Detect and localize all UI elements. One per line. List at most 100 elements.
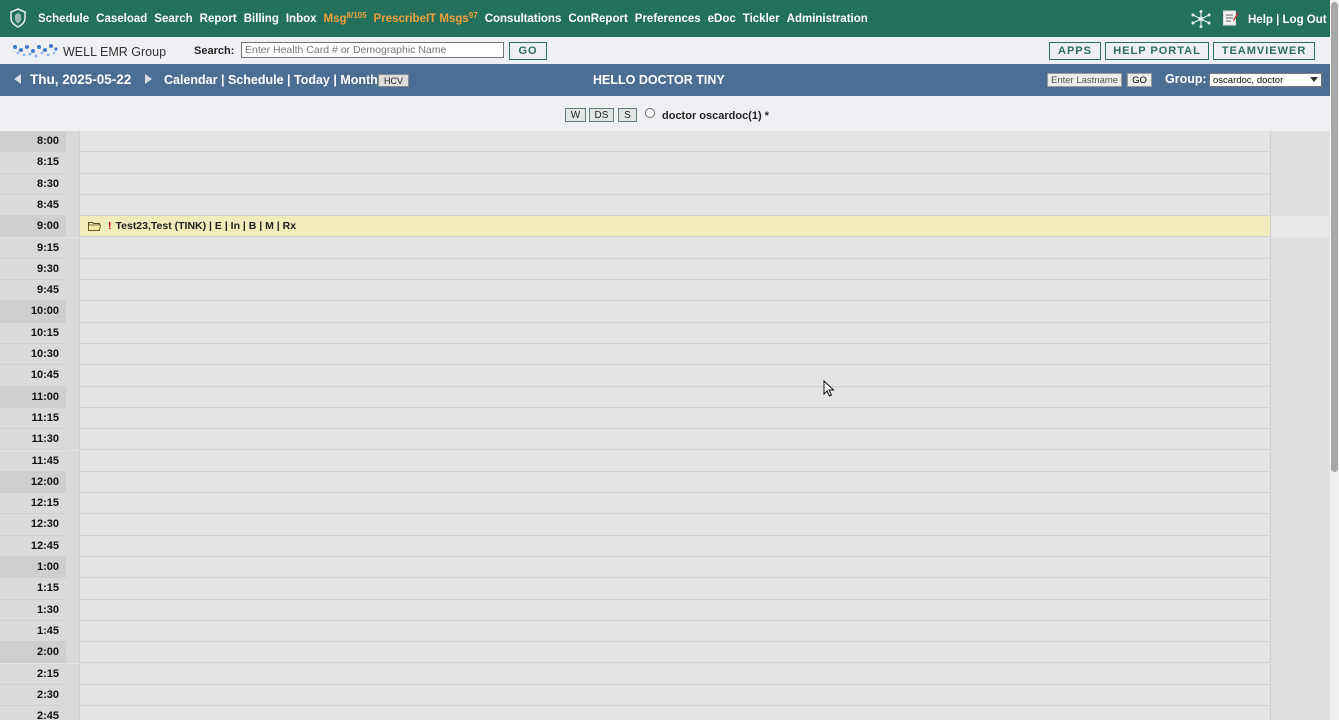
appointment-cell[interactable]	[79, 450, 1271, 472]
view-link-month[interactable]: Month	[340, 73, 377, 87]
appointment-cell[interactable]	[79, 535, 1271, 557]
search-input[interactable]	[241, 42, 504, 58]
time-label[interactable]: 10:45	[0, 365, 66, 387]
notes-icon[interactable]	[1222, 9, 1239, 27]
lastname-go-button[interactable]: GO	[1127, 73, 1152, 87]
appointment-cell[interactable]	[79, 706, 1271, 720]
time-label[interactable]: 11:15	[0, 407, 66, 430]
nav-item-schedule[interactable]: Schedule	[38, 13, 89, 25]
appointment-cell[interactable]	[79, 684, 1271, 707]
time-label[interactable]: 2:00	[0, 642, 66, 664]
next-day-icon[interactable]	[145, 74, 152, 84]
time-label[interactable]: 11:30	[0, 429, 66, 451]
folder-icon[interactable]	[88, 221, 101, 232]
nav-item-msg[interactable]: Msg8/105	[324, 11, 367, 25]
appointment-cell[interactable]	[79, 620, 1271, 643]
appointment-cell[interactable]	[79, 642, 1271, 664]
appointment-cell[interactable]	[79, 471, 1271, 494]
apps-button[interactable]: APPS	[1049, 42, 1101, 60]
time-label[interactable]: 8:30	[0, 173, 66, 195]
time-label[interactable]: 10:15	[0, 322, 66, 344]
appointment-cell[interactable]	[79, 152, 1271, 174]
time-label[interactable]: 12:30	[0, 514, 66, 536]
time-label[interactable]: 8:15	[0, 152, 66, 174]
lastname-input[interactable]	[1047, 73, 1122, 87]
nav-item-administration[interactable]: Administration	[787, 13, 868, 25]
time-label[interactable]: 12:45	[0, 535, 66, 557]
time-label[interactable]: 11:00	[0, 386, 66, 408]
time-label[interactable]: 10:30	[0, 344, 66, 366]
network-icon[interactable]	[1191, 10, 1211, 28]
time-label[interactable]: 8:00	[0, 131, 66, 153]
nav-item-conreport[interactable]: ConReport	[568, 13, 627, 25]
hcv-button[interactable]: HCV	[378, 74, 409, 87]
appointment-cell[interactable]	[79, 493, 1271, 515]
appointment-cell[interactable]	[79, 365, 1271, 387]
appointment-cell[interactable]	[79, 578, 1271, 600]
time-label[interactable]: 2:45	[0, 706, 66, 720]
appointment-cell[interactable]	[79, 173, 1271, 195]
time-label[interactable]: 9:00	[0, 216, 66, 238]
appointment-cell[interactable]	[79, 407, 1271, 430]
view-link-today[interactable]: Today	[294, 73, 330, 87]
nav-item-prescribeit-msgs[interactable]: PrescribeIT Msgs97	[374, 11, 478, 25]
appointment-block[interactable]: ! Test23,Test (TINK) | E | In | B | M | R…	[79, 216, 1271, 238]
appointment-cell[interactable]	[79, 322, 1271, 344]
appointment-cell[interactable]	[79, 663, 1271, 685]
provider-name[interactable]: doctor oscardoc(1) *	[662, 110, 769, 122]
group-select[interactable]: oscardoc, doctor	[1209, 73, 1322, 87]
appointment-cell[interactable]	[79, 514, 1271, 536]
appointment-text[interactable]: Test23,Test (TINK) | E | In | B | M | Rx	[116, 220, 297, 232]
time-label[interactable]: 2:30	[0, 684, 66, 707]
time-label[interactable]: 9:15	[0, 237, 66, 259]
nav-item-caseload[interactable]: Caseload	[96, 13, 147, 25]
scrollbar[interactable]	[1330, 0, 1339, 720]
appointment-cell[interactable]	[79, 237, 1271, 259]
nav-item-tickler[interactable]: Tickler	[743, 13, 780, 25]
nav-item-search[interactable]: Search	[154, 13, 192, 25]
nav-item-billing[interactable]: Billing	[244, 13, 279, 25]
nav-item-preferences[interactable]: Preferences	[635, 13, 701, 25]
time-label[interactable]: 12:00	[0, 471, 66, 494]
appointment-cell[interactable]	[79, 280, 1271, 302]
time-label[interactable]: 1:30	[0, 599, 66, 621]
view-link-schedule[interactable]: Schedule	[228, 73, 284, 87]
search-button[interactable]: S	[618, 108, 637, 122]
nav-item-edoc[interactable]: eDoc	[708, 13, 736, 25]
appointment-cell[interactable]	[79, 258, 1271, 281]
time-label[interactable]: 8:45	[0, 194, 66, 217]
day-sheet-button[interactable]: DS	[589, 108, 614, 122]
nav-item-consultations[interactable]: Consultations	[485, 13, 562, 25]
teamviewer-button[interactable]: TEAMVIEWER	[1213, 42, 1315, 60]
appointment-cell[interactable]	[79, 194, 1271, 217]
current-date[interactable]: Thu, 2025-05-22	[30, 72, 131, 87]
time-label[interactable]: 12:15	[0, 493, 66, 515]
appointment-cell[interactable]	[79, 131, 1271, 153]
view-link-calendar[interactable]: Calendar	[164, 73, 218, 87]
appointment-cell[interactable]	[79, 301, 1271, 323]
search-go-button[interactable]: GO	[509, 42, 547, 60]
provider-radio[interactable]	[645, 108, 655, 118]
time-label[interactable]: 9:30	[0, 258, 66, 281]
shield-logo-icon[interactable]	[9, 8, 27, 28]
nav-item-report[interactable]: Report	[200, 13, 237, 25]
time-label[interactable]: 1:15	[0, 578, 66, 600]
appointment-cell[interactable]	[79, 386, 1271, 408]
time-label[interactable]: 1:00	[0, 557, 66, 579]
time-label[interactable]: 10:00	[0, 301, 66, 323]
scrollbar-thumb[interactable]	[1331, 2, 1338, 472]
logout-link[interactable]: Log Out	[1283, 14, 1327, 26]
help-portal-button[interactable]: HELP PORTAL	[1105, 42, 1209, 60]
appointment-cell[interactable]	[79, 344, 1271, 366]
time-label[interactable]: 2:15	[0, 663, 66, 685]
nav-item-inbox[interactable]: Inbox	[286, 13, 317, 25]
appointment-cell[interactable]	[79, 557, 1271, 579]
help-link[interactable]: Help	[1248, 14, 1273, 26]
time-label[interactable]: 1:45	[0, 620, 66, 643]
time-label[interactable]: 9:45	[0, 280, 66, 302]
appointment-cell[interactable]	[79, 599, 1271, 621]
week-button[interactable]: W	[565, 108, 586, 122]
appointment-cell[interactable]	[79, 429, 1271, 451]
time-label[interactable]: 11:45	[0, 450, 66, 472]
previous-day-icon[interactable]	[14, 74, 21, 84]
